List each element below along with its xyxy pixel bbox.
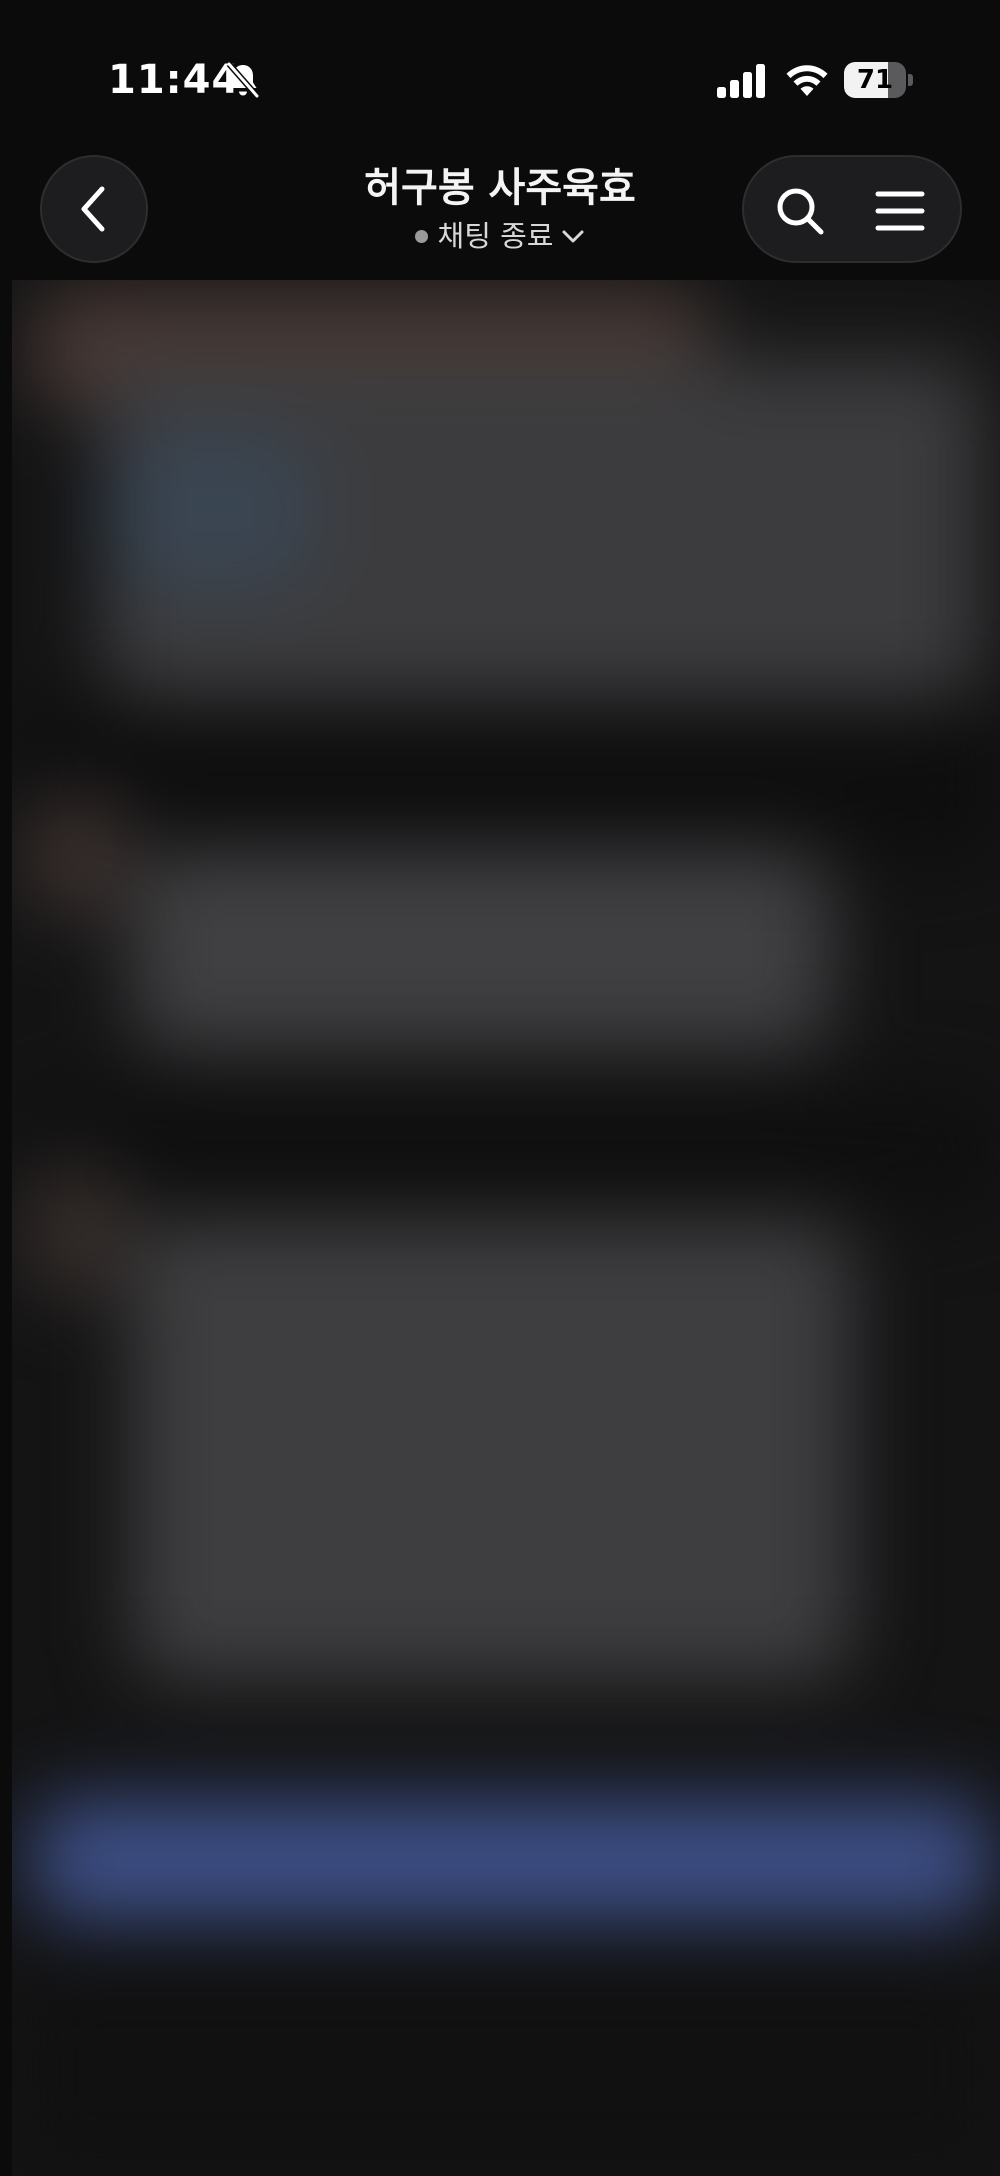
chevron-left-icon [81, 186, 105, 232]
blurred-avatar-low [22, 1160, 132, 1300]
blurred-dark-gap-2 [12, 1090, 1000, 1210]
chat-status-toggle[interactable]: 채팅 종료 [250, 218, 750, 254]
status-time: 11:44 [108, 57, 241, 103]
wifi-icon [786, 65, 828, 96]
blurred-message-low [132, 1220, 852, 1680]
battery-body: 71 [844, 62, 906, 98]
blurred-message-mid [132, 850, 832, 1050]
chat-message-area[interactable] [12, 280, 1000, 2176]
chat-title: 허구봉 사주육효 [364, 165, 636, 211]
search-icon [777, 188, 824, 235]
blurred-avatar-mid [22, 790, 132, 920]
blurred-bottom-shade [12, 1960, 1000, 2176]
cellular-signal-icon [717, 64, 765, 98]
battery-icon: 71 [844, 62, 914, 98]
bell-slash-icon [226, 62, 260, 98]
blurred-overlay [12, 280, 1000, 2176]
blurred-avatar-tint [112, 430, 312, 590]
status-bar: 11:44 71 [0, 0, 1000, 150]
blurred-accent-bar [32, 1800, 992, 1920]
battery-level: 71 [856, 65, 894, 95]
back-button[interactable] [40, 155, 148, 263]
blurred-dark-gap [12, 700, 1000, 860]
menu-icon [875, 191, 925, 231]
search-button[interactable] [764, 175, 836, 247]
chat-status-label: 채팅 종료 [437, 219, 554, 253]
chat-header: 허구봉 사주육효 채팅 종료 [0, 150, 1000, 278]
chevron-down-icon [562, 230, 584, 243]
status-dot [414, 229, 428, 243]
menu-button[interactable] [864, 175, 936, 247]
header-actions [742, 155, 962, 263]
battery-tip [908, 74, 913, 86]
